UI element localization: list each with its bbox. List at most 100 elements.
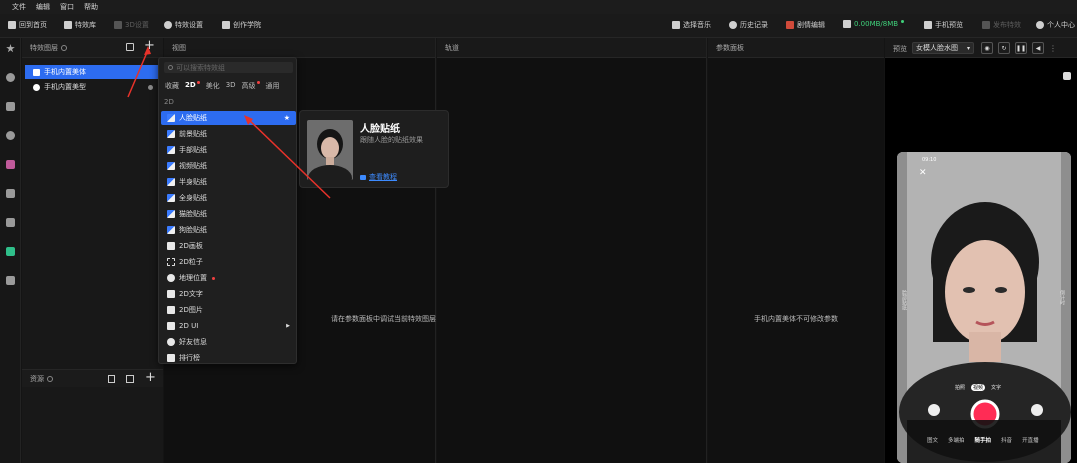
model-select[interactable]: 女模人脸水图 ▾ xyxy=(912,42,974,54)
menu-item[interactable]: 2D图片 xyxy=(161,303,296,317)
menu-item[interactable]: 排行榜 xyxy=(161,351,296,365)
face-icon[interactable] xyxy=(6,73,15,82)
menu-file[interactable]: 文件 xyxy=(12,2,26,12)
star-icon[interactable]: ★ xyxy=(284,114,290,122)
phone-tab[interactable]: 开直播 xyxy=(1022,436,1039,444)
layer-item[interactable]: 手机内置美型 xyxy=(25,80,159,94)
effect-settings-button[interactable]: 特效设置 xyxy=(164,20,203,30)
chevron-down-icon: ▾ xyxy=(966,44,970,52)
more-icon[interactable]: ⋮ xyxy=(1049,44,1057,53)
sticker-icon xyxy=(167,178,175,186)
phone-tab[interactable]: 抖音 xyxy=(1001,436,1012,444)
badge-dot xyxy=(196,81,200,84)
add-file-icon[interactable] xyxy=(126,375,134,383)
face-shape-icon xyxy=(33,83,40,91)
settings-dot-icon[interactable] xyxy=(148,84,153,90)
menu-item[interactable]: 半身贴纸 xyxy=(161,175,296,189)
menu-window[interactable]: 窗口 xyxy=(60,2,74,12)
clock-icon xyxy=(729,21,737,29)
mode-video[interactable]: 视频 xyxy=(971,384,986,391)
sticker-icon xyxy=(167,226,175,234)
menu-item[interactable]: 地理位置 xyxy=(161,271,296,285)
sticker-icon xyxy=(167,114,175,122)
menu-item[interactable]: 视频贴纸 xyxy=(161,159,296,173)
pause-icon[interactable]: ❚❚ xyxy=(1015,42,1027,54)
publish-button[interactable]: 发布特效 xyxy=(982,20,1021,30)
params-panel: 参数面板 手机内置美体不可修改参数 xyxy=(708,38,884,463)
menu-help[interactable]: 帮助 xyxy=(84,2,98,12)
mode-photo[interactable]: 拍照 xyxy=(955,384,965,391)
layers-icon[interactable] xyxy=(6,218,15,227)
effect-search-box[interactable]: 可以搜索特效组 xyxy=(164,62,293,73)
params-message: 手机内置美体不可修改参数 xyxy=(754,315,838,323)
phone-tab[interactable]: 多端拍 xyxy=(948,436,965,444)
academy-button[interactable]: 创作学院 xyxy=(222,20,261,30)
volume-icon[interactable]: ◀ xyxy=(1032,42,1044,54)
menu-item[interactable]: 好友信息 xyxy=(161,335,296,349)
tab-3d[interactable]: 3D xyxy=(226,81,236,91)
library-button[interactable]: 特效库 xyxy=(64,20,96,30)
camera-icon[interactable]: ◉ xyxy=(981,42,993,54)
tracks-header: 轨道 xyxy=(437,38,706,58)
phone-preview: 09:10 ✕ 脸部贴纸 倒计时 拍照 视频 文字 图文 多端拍 随手拍 抖音 … xyxy=(897,152,1071,463)
phone-tab[interactable]: 图文 xyxy=(927,436,938,444)
beauty-icon[interactable] xyxy=(6,131,15,140)
document-icon[interactable] xyxy=(6,276,15,285)
portrait-image xyxy=(897,152,1071,463)
status-dot xyxy=(901,20,905,23)
add-asset-button[interactable]: + xyxy=(145,370,156,385)
menu-item[interactable]: 狗脸贴纸 xyxy=(161,223,296,237)
phone-preview-button[interactable]: 手机预览 xyxy=(924,20,963,30)
music-button[interactable]: 选择音乐 xyxy=(672,20,711,30)
star-icon[interactable] xyxy=(6,44,15,53)
menu-item[interactable]: 猫脸贴纸 xyxy=(161,207,296,221)
home-icon xyxy=(8,21,16,29)
drama-edit-button[interactable]: 剧情编辑 xyxy=(786,20,825,30)
tutorial-link[interactable]: 查看教程 xyxy=(360,172,397,182)
file-icon xyxy=(843,20,851,28)
tab-2d[interactable]: 2D xyxy=(185,81,200,91)
mode-text[interactable]: 文字 xyxy=(991,384,1001,391)
tab-favorites[interactable]: 收藏 xyxy=(165,81,179,91)
home-button[interactable]: 回到首页 xyxy=(8,20,47,30)
menu-item[interactable]: 2D粒子 xyxy=(161,255,296,269)
graduation-icon xyxy=(360,174,366,180)
history-button[interactable]: 历史记录 xyxy=(729,20,768,30)
sticker-icon[interactable] xyxy=(6,102,15,111)
music-icon xyxy=(672,21,680,29)
info-icon xyxy=(61,44,67,51)
image-icon[interactable] xyxy=(6,189,15,198)
menu-item-face-sticker[interactable]: 人脸贴纸 ★ xyxy=(161,111,296,125)
hand-icon[interactable] xyxy=(1063,72,1071,80)
menu-item[interactable]: 2D UI ▶ xyxy=(161,319,296,333)
reset-icon[interactable]: ↻ xyxy=(998,42,1010,54)
badge-dot xyxy=(212,276,215,280)
menu-item[interactable]: 2D画板 xyxy=(161,239,296,253)
user-center-button[interactable]: 个人中心 xyxy=(1036,20,1075,30)
close-icon[interactable]: ✕ xyxy=(919,168,927,178)
library-icon xyxy=(64,21,72,29)
preview-header: 预览 女模人脸水图 ▾ ◉ ↻ ❚❚ ◀ ⋮ xyxy=(885,38,1077,58)
menu-edit[interactable]: 编辑 xyxy=(36,2,50,12)
phone-tab[interactable]: 随手拍 xyxy=(975,436,992,444)
menu-item[interactable]: 全身贴纸 xyxy=(161,191,296,205)
tab-general[interactable]: 通用 xyxy=(266,81,280,91)
effect-layers-header: 特效图层 + xyxy=(22,38,163,58)
menu-item[interactable]: 前景贴纸 xyxy=(161,127,296,141)
card-description: 跟随人脸的贴纸效果 xyxy=(360,136,423,144)
add-file-icon[interactable] xyxy=(126,43,134,51)
palette-icon[interactable] xyxy=(6,160,15,169)
tab-advanced[interactable]: 高级 xyxy=(242,81,260,91)
3d-settings-button[interactable]: 3D设置 xyxy=(114,20,149,30)
chevron-right-icon: ▶ xyxy=(286,323,290,329)
menu-item[interactable]: 2D文字 xyxy=(161,287,296,301)
menu-item[interactable]: 手部贴纸 xyxy=(161,143,296,157)
search-icon xyxy=(168,65,173,70)
panel-title: 特效图层 xyxy=(30,43,58,52)
layer-item[interactable]: 手机内置美体 xyxy=(25,65,159,79)
phone-icon xyxy=(924,21,932,29)
add-layer-button[interactable]: + xyxy=(144,38,155,53)
tab-beautify[interactable]: 美化 xyxy=(206,81,220,91)
scan-icon[interactable] xyxy=(6,247,15,256)
import-file-icon[interactable] xyxy=(108,375,115,383)
